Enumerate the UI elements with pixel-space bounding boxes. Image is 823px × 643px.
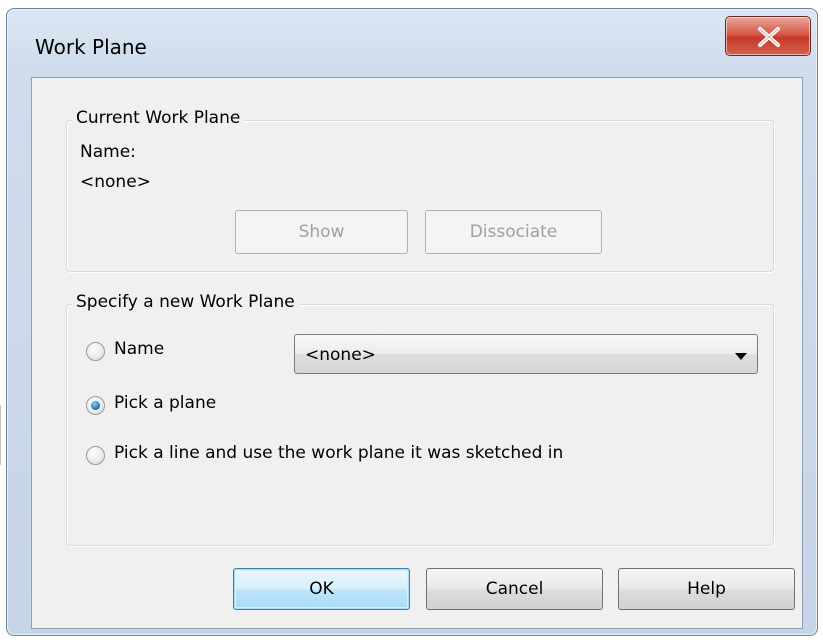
dissociate-button[interactable]: Dissociate	[425, 210, 602, 254]
show-button[interactable]: Show	[235, 210, 408, 254]
pick-a-plane-radio[interactable]	[86, 396, 105, 415]
ok-button[interactable]: OK	[233, 568, 410, 610]
work-plane-dialog: Work Plane Current Work Plane Name: <non…	[6, 8, 818, 636]
pick-a-plane-label[interactable]: Pick a plane	[114, 393, 216, 413]
close-button[interactable]	[725, 16, 811, 56]
pick-a-line-label[interactable]: Pick a line and use the work plane it wa…	[114, 443, 563, 463]
work-plane-name-select[interactable]: <none>	[294, 334, 758, 374]
current-name-value: <none>	[80, 172, 151, 192]
cancel-button[interactable]: Cancel	[426, 568, 603, 610]
name-radio[interactable]	[86, 342, 105, 361]
pick-a-line-radio[interactable]	[86, 446, 105, 465]
new-work-plane-group-label: Specify a new Work Plane	[72, 292, 299, 312]
close-icon	[758, 27, 780, 47]
current-name-label: Name:	[80, 142, 136, 162]
current-work-plane-group-label: Current Work Plane	[72, 108, 245, 128]
current-work-plane-group	[66, 120, 774, 272]
background-divider	[0, 405, 1, 465]
work-plane-name-select-value: <none>	[305, 345, 376, 365]
dialog-client-area: Current Work Plane Name: <none> Show Dis…	[31, 77, 803, 629]
chevron-down-icon	[735, 353, 747, 360]
help-button[interactable]: Help	[618, 568, 795, 610]
dialog-title: Work Plane	[35, 35, 147, 59]
name-radio-label[interactable]: Name	[114, 339, 164, 359]
